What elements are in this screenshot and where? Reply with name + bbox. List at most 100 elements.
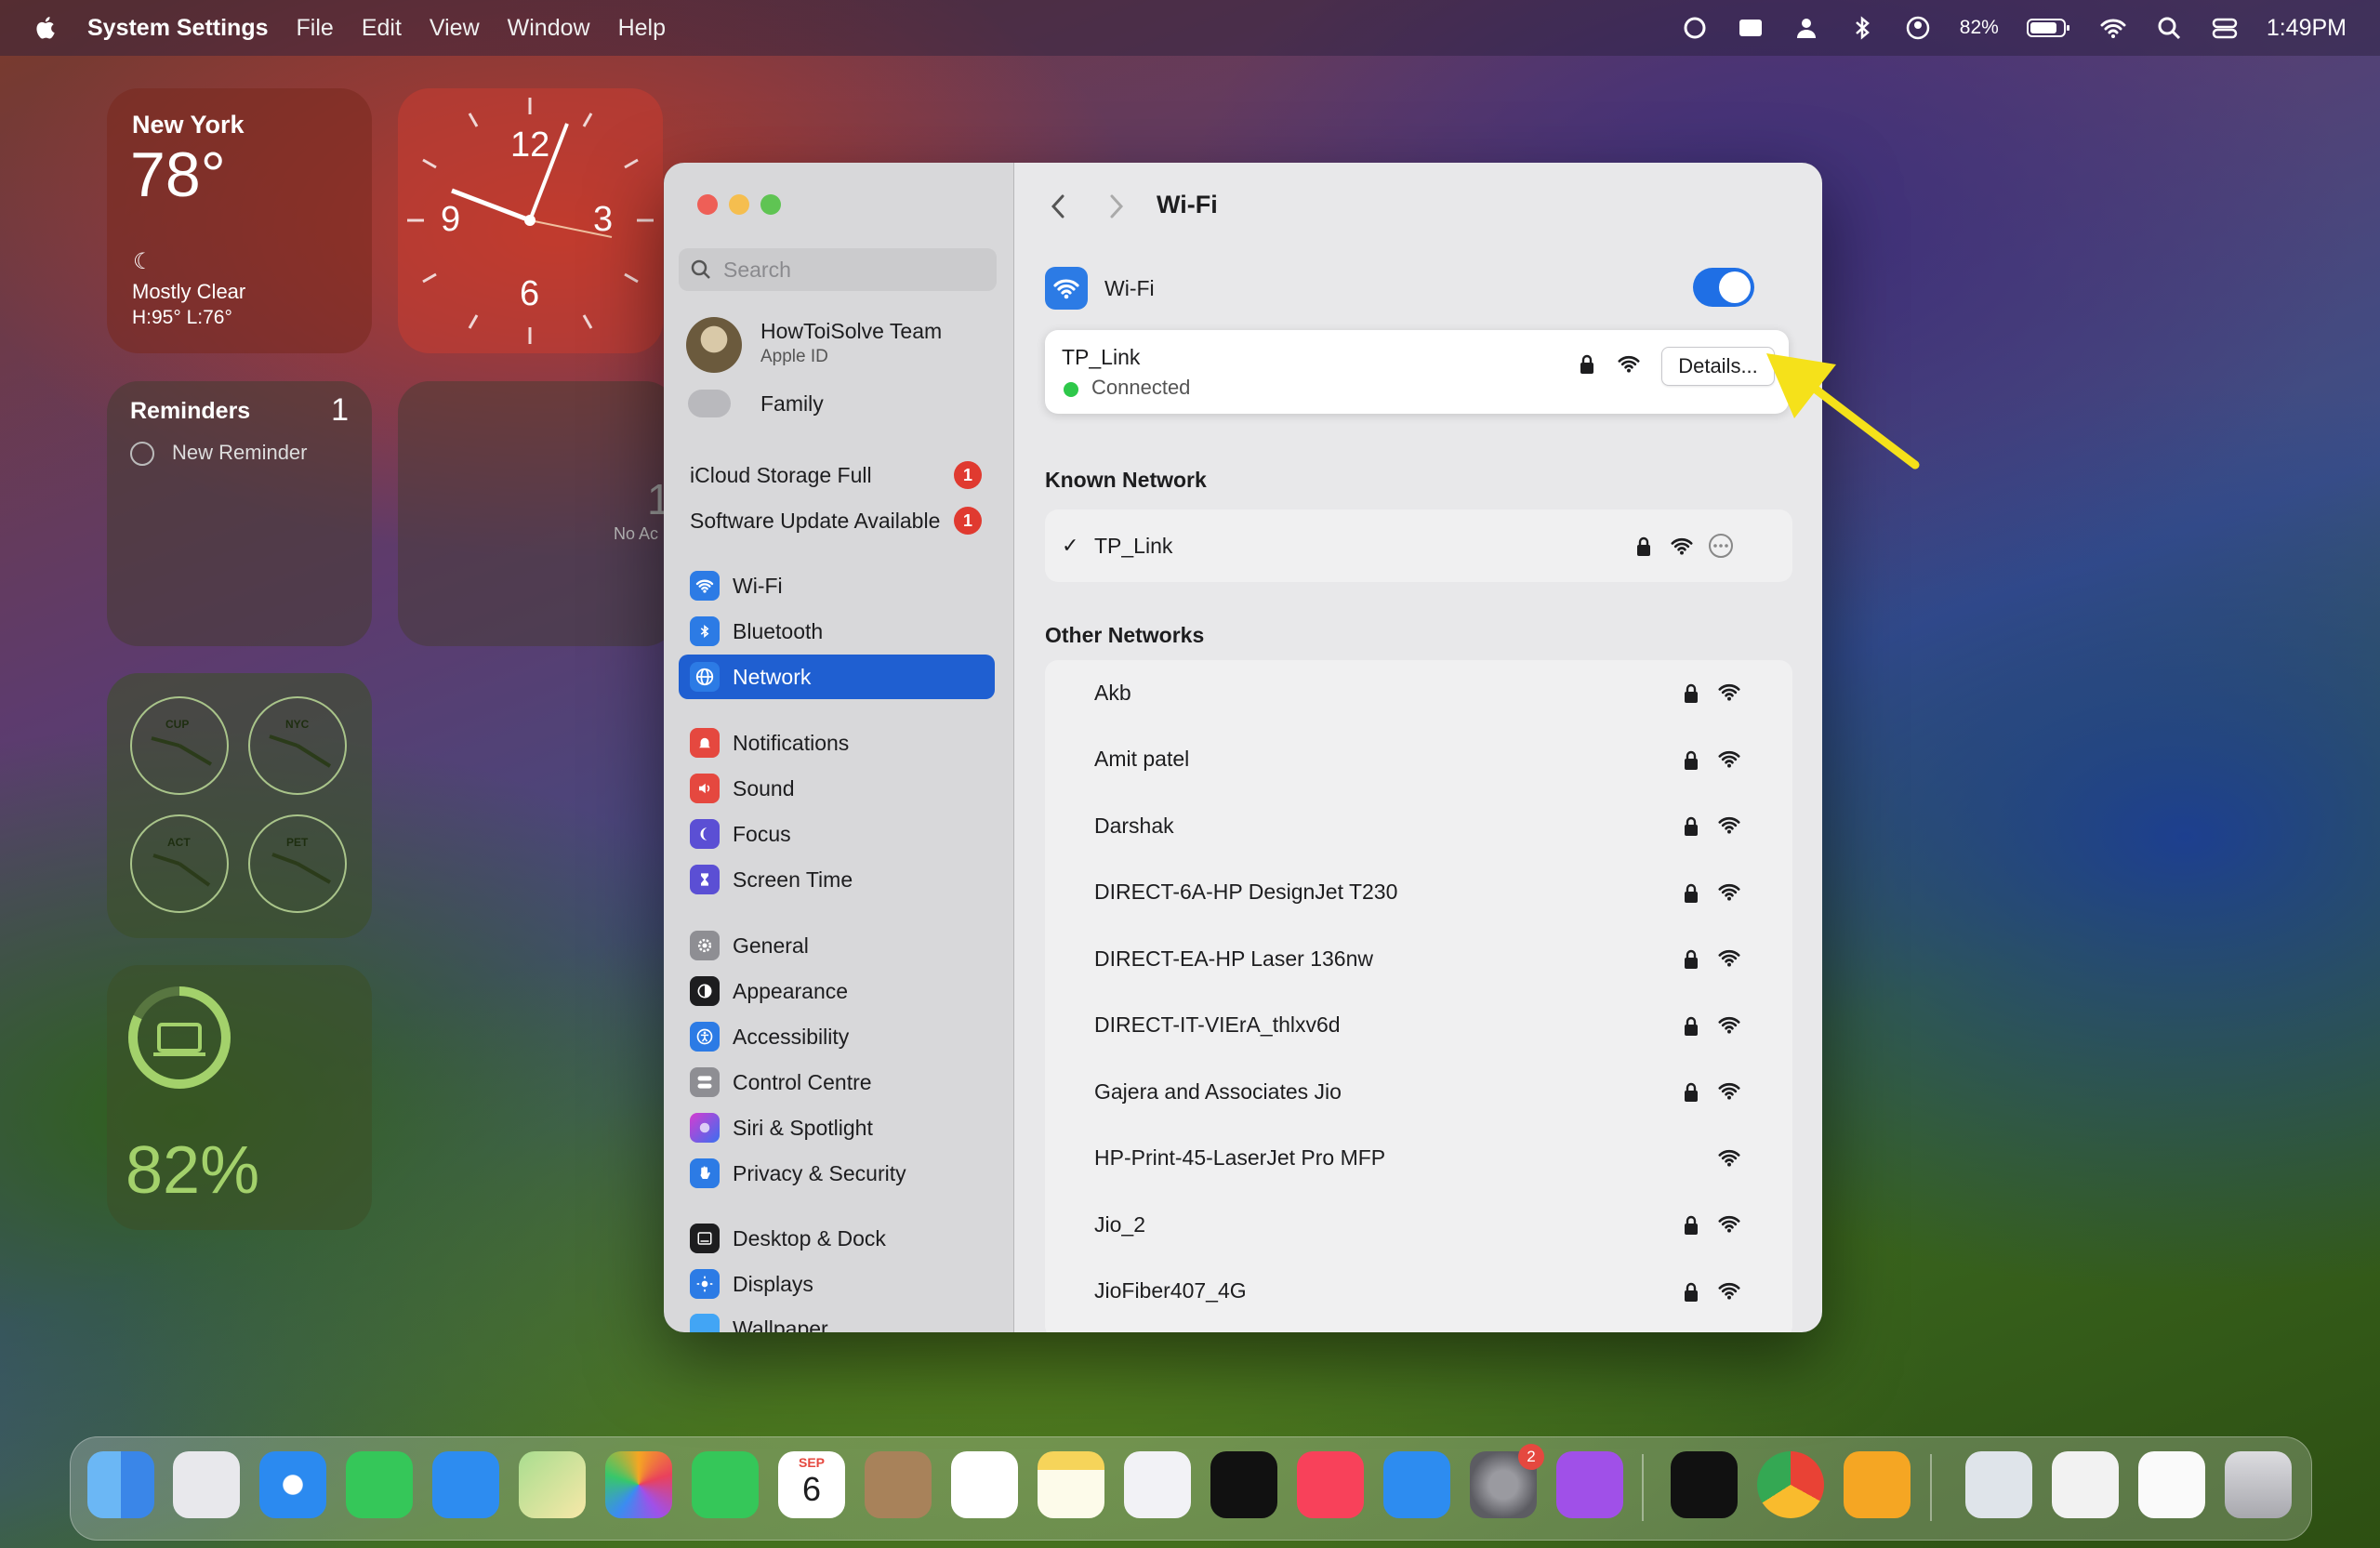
icloud-storage-alert[interactable]: iCloud Storage Full 1 [679,453,995,497]
network-name: Akb [1094,680,1131,705]
user-icon[interactable] [1792,16,1820,40]
safari-app-icon[interactable] [259,1451,326,1518]
sidebar-item-appearance[interactable]: Appearance [679,969,995,1013]
finder-app-icon[interactable] [87,1451,154,1518]
search-field[interactable]: Search [679,248,997,291]
apple-id-row[interactable]: HowToiSolve Team Apple ID [679,311,995,378]
menu-window[interactable]: Window [508,15,590,42]
recent-window-icon[interactable] [1965,1451,2032,1518]
mail-app-icon[interactable] [432,1451,499,1518]
sidebar-item-displays[interactable]: Displays [679,1262,995,1306]
launchpad-app-icon[interactable] [173,1451,240,1518]
partial-widget[interactable]: 1 No Ac [398,381,677,646]
sidebar-item-label: Sound [733,775,795,800]
menu-help[interactable]: Help [618,15,666,42]
network-row[interactable]: Akb [1045,660,1792,725]
network-row[interactable]: Darshak [1045,793,1792,858]
maps-app-icon[interactable] [519,1451,586,1518]
reminders-app-icon[interactable] [951,1451,1018,1518]
software-update-alert[interactable]: Software Update Available 1 [679,498,995,543]
reminder-checkbox[interactable] [130,442,154,466]
zoom-button[interactable] [760,194,781,215]
network-row[interactable]: Jio_2 [1045,1192,1792,1257]
family-row[interactable]: Family [679,386,995,423]
sidebar-item-control-centre[interactable]: Control Centre [679,1060,995,1105]
sidebar-item-sound[interactable]: Sound [679,766,995,811]
messages-app-icon[interactable] [346,1451,413,1518]
feedback-app-icon[interactable] [1556,1451,1623,1518]
network-row[interactable]: DIRECT-EA-HP Laser 136nw [1045,926,1792,991]
home-app-icon[interactable] [1844,1451,1911,1518]
more-options-icon[interactable] [1707,532,1735,560]
lock-icon [1683,750,1699,776]
sidebar-item-desktop-dock[interactable]: Desktop & Dock [679,1216,995,1261]
music-app-icon[interactable] [1297,1451,1364,1518]
app-name[interactable]: System Settings [87,15,269,42]
apple-tv-app-icon[interactable] [1210,1451,1277,1518]
grammarly-icon[interactable] [1681,16,1709,40]
freeform-app-icon[interactable] [1124,1451,1191,1518]
account-sub: Apple ID [760,347,828,366]
voice-memos-app-icon[interactable] [1671,1451,1738,1518]
app-store-app-icon[interactable] [1383,1451,1450,1518]
close-button[interactable] [697,194,718,215]
wifi-status-icon[interactable] [2099,16,2127,40]
sidebar-item-wallpaper[interactable]: Wallpaper [679,1306,995,1332]
clock[interactable]: 1:49PM [2267,15,2347,42]
calendar-app-icon[interactable]: SEP 6 [778,1451,845,1518]
wallpaper-icon [690,1314,720,1332]
calendar-day: 6 [801,1470,822,1508]
world-clock-widget[interactable]: CUP NYC ACT PET [107,673,372,938]
minimize-button[interactable] [729,194,749,215]
bluetooth-icon[interactable] [1848,16,1876,40]
sidebar-item-network[interactable]: Network [679,655,995,699]
display-icon[interactable] [1737,16,1765,40]
menu-edit[interactable]: Edit [362,15,402,42]
network-row[interactable]: HP-Print-45-LaserJet Pro MFP [1045,1126,1792,1191]
facetime-app-icon[interactable] [692,1451,759,1518]
search-placeholder: Search [723,257,791,282]
sidebar-item-wifi[interactable]: Wi-Fi [679,563,995,608]
chrome-app-icon[interactable] [1757,1451,1824,1518]
recent-window-icon[interactable] [2138,1451,2205,1518]
battery-icon[interactable] [2026,17,2071,39]
photos-app-icon[interactable] [605,1451,672,1518]
account-circle-icon[interactable] [1904,16,1932,40]
menu-view[interactable]: View [430,15,480,42]
sidebar-item-screen-time[interactable]: Screen Time [679,857,995,902]
reminders-widget[interactable]: Reminders 1 New Reminder [107,381,372,646]
network-name: Amit patel [1094,747,1190,771]
spotlight-search-icon[interactable] [2155,16,2183,40]
clock-widget[interactable]: 12 3 6 9 [398,88,663,353]
network-row[interactable]: Gajera and Associates Jio [1045,1059,1792,1124]
control-center-icon[interactable] [2211,16,2239,40]
sidebar-item-general[interactable]: General [679,923,995,968]
network-row[interactable]: JioFiber407_4G [1045,1259,1792,1324]
back-chevron-icon[interactable] [1049,192,1067,220]
trash-icon[interactable] [2225,1451,2292,1518]
wifi-toggle-row: Wi-Fi [1045,256,1789,321]
contacts-app-icon[interactable] [865,1451,932,1518]
notes-app-icon[interactable] [1038,1451,1104,1518]
system-settings-app-icon[interactable]: 2 [1470,1444,1544,1518]
network-row[interactable]: DIRECT-6A-HP DesignJet T230 [1045,860,1792,925]
menu-file[interactable]: File [297,15,334,42]
sidebar-item-bluetooth[interactable]: Bluetooth [679,609,995,654]
wifi-toggle[interactable] [1693,268,1754,307]
wifi-signal-icon [1717,814,1741,840]
apple-menu-icon[interactable] [33,15,60,41]
network-row[interactable]: Amit patel [1045,727,1792,792]
forward-chevron-icon[interactable] [1107,192,1126,220]
sidebar-item-notifications[interactable]: Notifications [679,721,995,765]
sidebar-item-accessibility[interactable]: Accessibility [679,1014,995,1059]
battery-widget[interactable]: 82% [107,965,372,1230]
recent-window-icon[interactable] [2052,1451,2119,1518]
sidebar-item-privacy-security[interactable]: Privacy & Security [679,1151,995,1196]
weather-widget[interactable]: New York 78° ☾ Mostly Clear H:95° L:76° [107,88,372,353]
known-network-row[interactable]: ✓ TP_Link [1045,513,1792,578]
new-reminder[interactable]: New Reminder [172,441,308,465]
sidebar-item-focus[interactable]: Focus [679,812,995,856]
sidebar-item-label: Displays [733,1271,813,1296]
network-row[interactable]: DIRECT-IT-VIErA_thlxv6d [1045,993,1792,1058]
sidebar-item-siri-spotlight[interactable]: Siri & Spotlight [679,1105,995,1150]
